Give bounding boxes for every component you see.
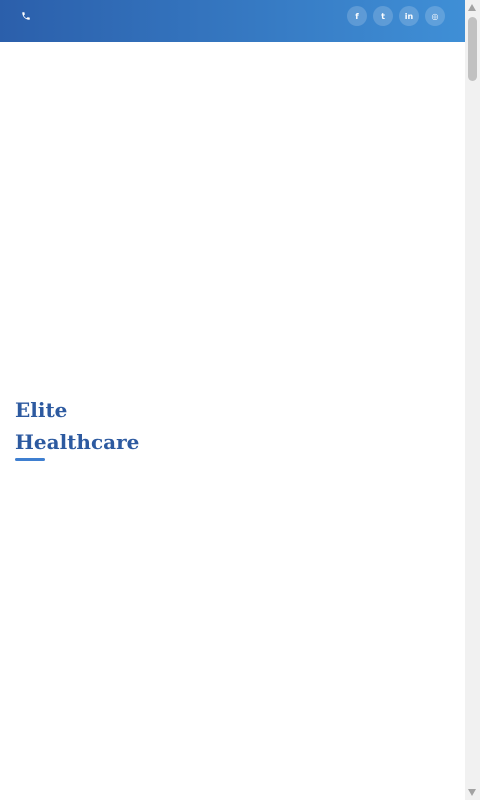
scroll-up-arrow-icon[interactable] [468,4,476,11]
scroll-down-arrow-icon[interactable] [468,789,476,796]
social-links: f t in ◎ [347,6,445,26]
page-viewport: f t in ◎ Elite Healthcare [0,0,465,800]
linkedin-icon[interactable]: in [399,6,419,26]
brand-title[interactable]: Elite Healthcare [15,394,155,458]
brand-title-line2: Healthcare [15,430,140,454]
vertical-scrollbar[interactable] [465,0,480,800]
brand-underline [15,458,45,461]
phone-icon[interactable] [20,10,32,22]
brand-title-line1: Elite [15,398,68,422]
instagram-icon[interactable]: ◎ [425,6,445,26]
facebook-icon[interactable]: f [347,6,367,26]
top-bar: f t in ◎ [0,0,465,42]
twitter-icon[interactable]: t [373,6,393,26]
scroll-thumb[interactable] [468,17,477,81]
